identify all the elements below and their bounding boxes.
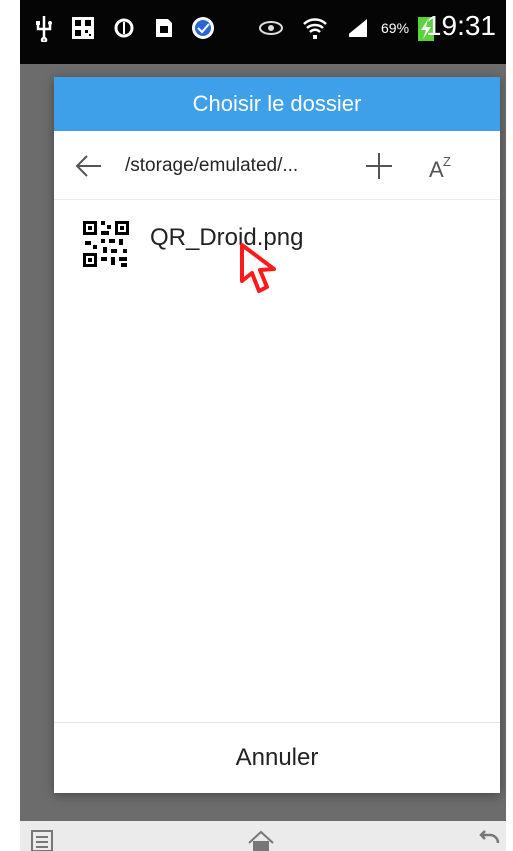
status-bar: 69% 19:31 <box>20 0 506 64</box>
sync-icon <box>110 14 138 42</box>
current-path: /storage/emulated/... <box>125 155 299 176</box>
navigation-bar <box>20 821 506 851</box>
battery-percent: 69% <box>381 20 410 36</box>
usb-icon <box>30 14 58 42</box>
eye-icon <box>257 14 285 42</box>
qr-code-thumbnail-icon <box>81 219 131 269</box>
qr-code-notification-icon <box>69 14 97 42</box>
status-time: 19:31 <box>425 10 496 41</box>
folder-toolbar: /storage/emulated/... AZ <box>54 131 500 200</box>
plus-icon[interactable] <box>361 148 397 184</box>
wifi-icon <box>301 14 329 42</box>
back-arrow-icon[interactable] <box>71 148 107 184</box>
dialog-title: Choisir le dossier <box>54 77 500 131</box>
cancel-button[interactable]: Annuler <box>54 722 500 793</box>
phone-screen: 69% 19:31 Choisir le dossier /storage/em… <box>20 0 506 851</box>
back-icon[interactable] <box>476 829 504 851</box>
sd-card-icon <box>150 14 178 42</box>
pointer-cursor-icon <box>238 243 284 303</box>
signal-icon <box>343 14 371 42</box>
home-icon[interactable] <box>247 829 275 851</box>
blue-app-icon <box>189 14 217 42</box>
svg-text:Z: Z <box>443 154 451 169</box>
svg-text:A: A <box>429 157 444 182</box>
choose-folder-dialog: Choisir le dossier /storage/emulated/...… <box>54 77 500 793</box>
menu-icon[interactable] <box>30 829 58 851</box>
az-sort-icon[interactable]: AZ <box>424 148 460 184</box>
